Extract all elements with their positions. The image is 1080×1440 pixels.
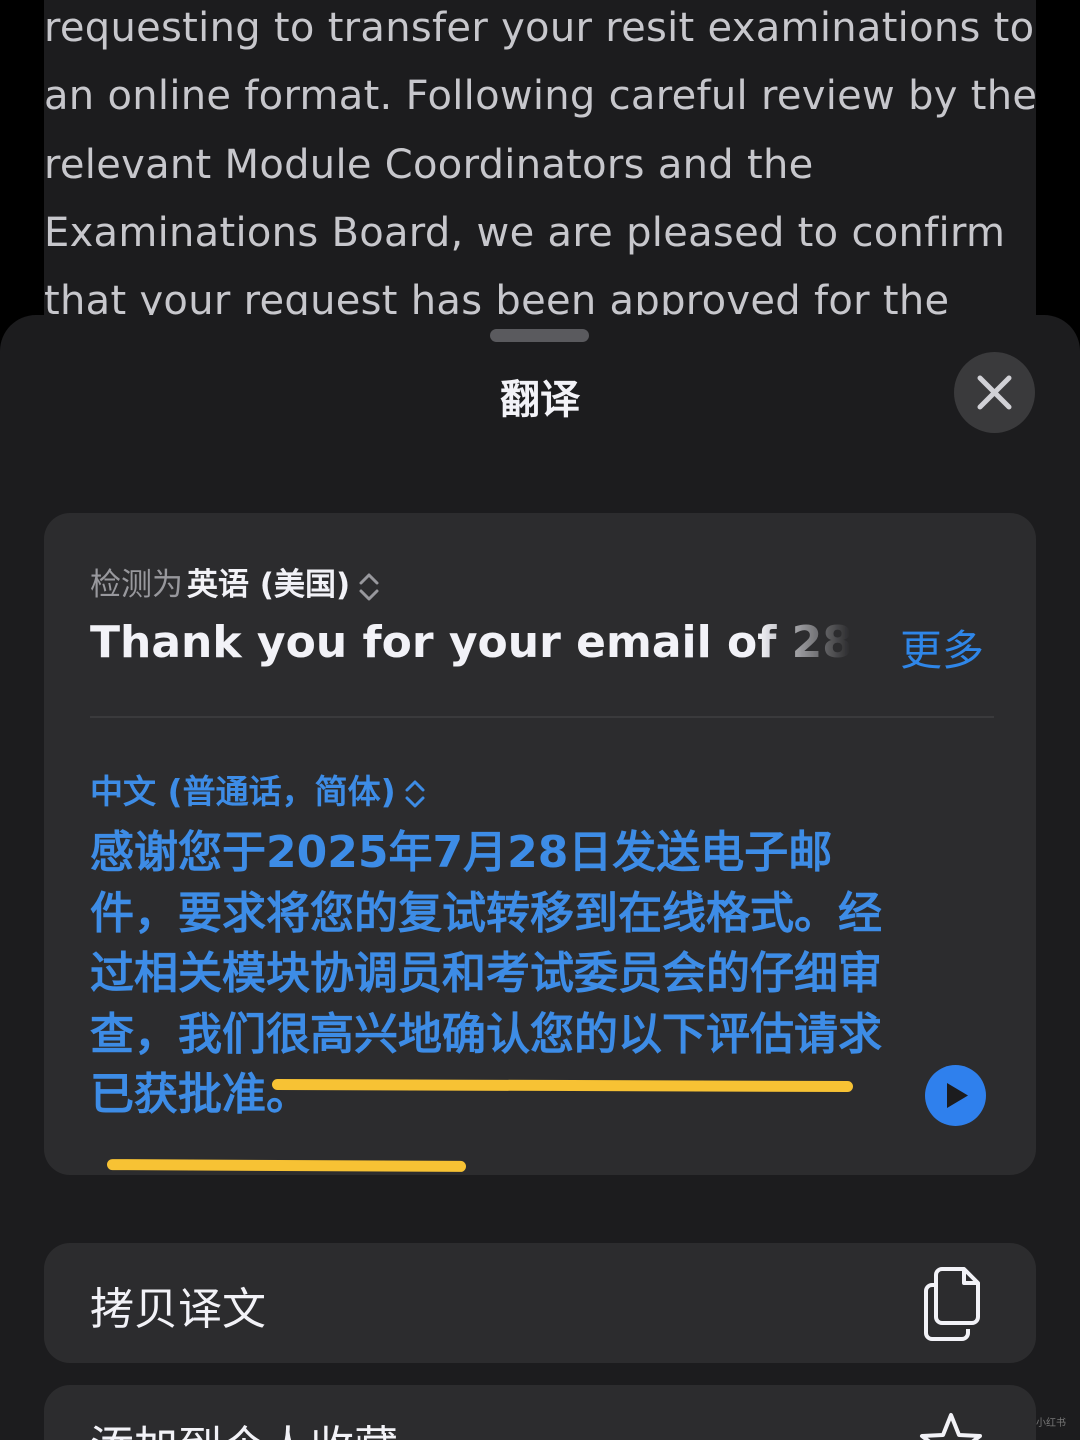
play-icon bbox=[947, 1083, 968, 1108]
target-language: 中文 (普通话，简体) bbox=[90, 772, 396, 811]
document-line: relevant Module Coordinators and the bbox=[44, 142, 814, 188]
copy-translation-label: 拷贝译文 bbox=[90, 1284, 266, 1335]
watermark: 小红书 bbox=[1036, 1418, 1066, 1429]
background-document: requesting to transfer your resit examin… bbox=[44, 0, 1036, 330]
chevron-up-down-icon bbox=[359, 573, 379, 600]
chevron-up-down-icon bbox=[405, 780, 425, 807]
target-language-selector[interactable]: 中文 (普通话，简体) bbox=[90, 765, 426, 813]
highlight-stroke bbox=[271, 1078, 854, 1093]
detected-label: 检测为 bbox=[90, 567, 183, 603]
xmark-icon bbox=[977, 375, 1012, 410]
divider bbox=[90, 716, 994, 718]
add-to-favorites-button[interactable]: 添加到个人收藏 bbox=[44, 1385, 1036, 1440]
document-line: requesting to transfer your resit examin… bbox=[44, 5, 1035, 51]
source-language: 英语 (美国) bbox=[187, 567, 351, 603]
document-line: Examinations Board, we are pleased to co… bbox=[44, 210, 1006, 256]
add-to-favorites-label: 添加到个人收藏 bbox=[90, 1411, 398, 1440]
translation-card: 检测为 英语 (美国) Thank you for your email of 2… bbox=[44, 513, 1036, 1175]
document-line: an online format. Following careful revi… bbox=[44, 73, 1036, 119]
close-button[interactable] bbox=[954, 352, 1035, 433]
translate-sheet: 翻译 检测为 英语 (美国) Thank you for your email o… bbox=[0, 315, 1080, 1440]
more-button[interactable]: 更多 bbox=[900, 617, 984, 678]
doc-on-doc-icon bbox=[924, 1267, 980, 1341]
play-button[interactable] bbox=[925, 1065, 986, 1126]
copy-translation-button[interactable]: 拷贝译文 bbox=[44, 1243, 1036, 1363]
star-icon bbox=[920, 1413, 982, 1440]
source-text: Thank you for your email of 28 July bbox=[90, 617, 850, 668]
source-language-selector[interactable]: 检测为 英语 (美国) bbox=[90, 559, 380, 604]
highlight-stroke bbox=[106, 1159, 467, 1172]
sheet-title: 翻译 bbox=[500, 377, 580, 423]
sheet-grabber[interactable] bbox=[490, 329, 589, 342]
